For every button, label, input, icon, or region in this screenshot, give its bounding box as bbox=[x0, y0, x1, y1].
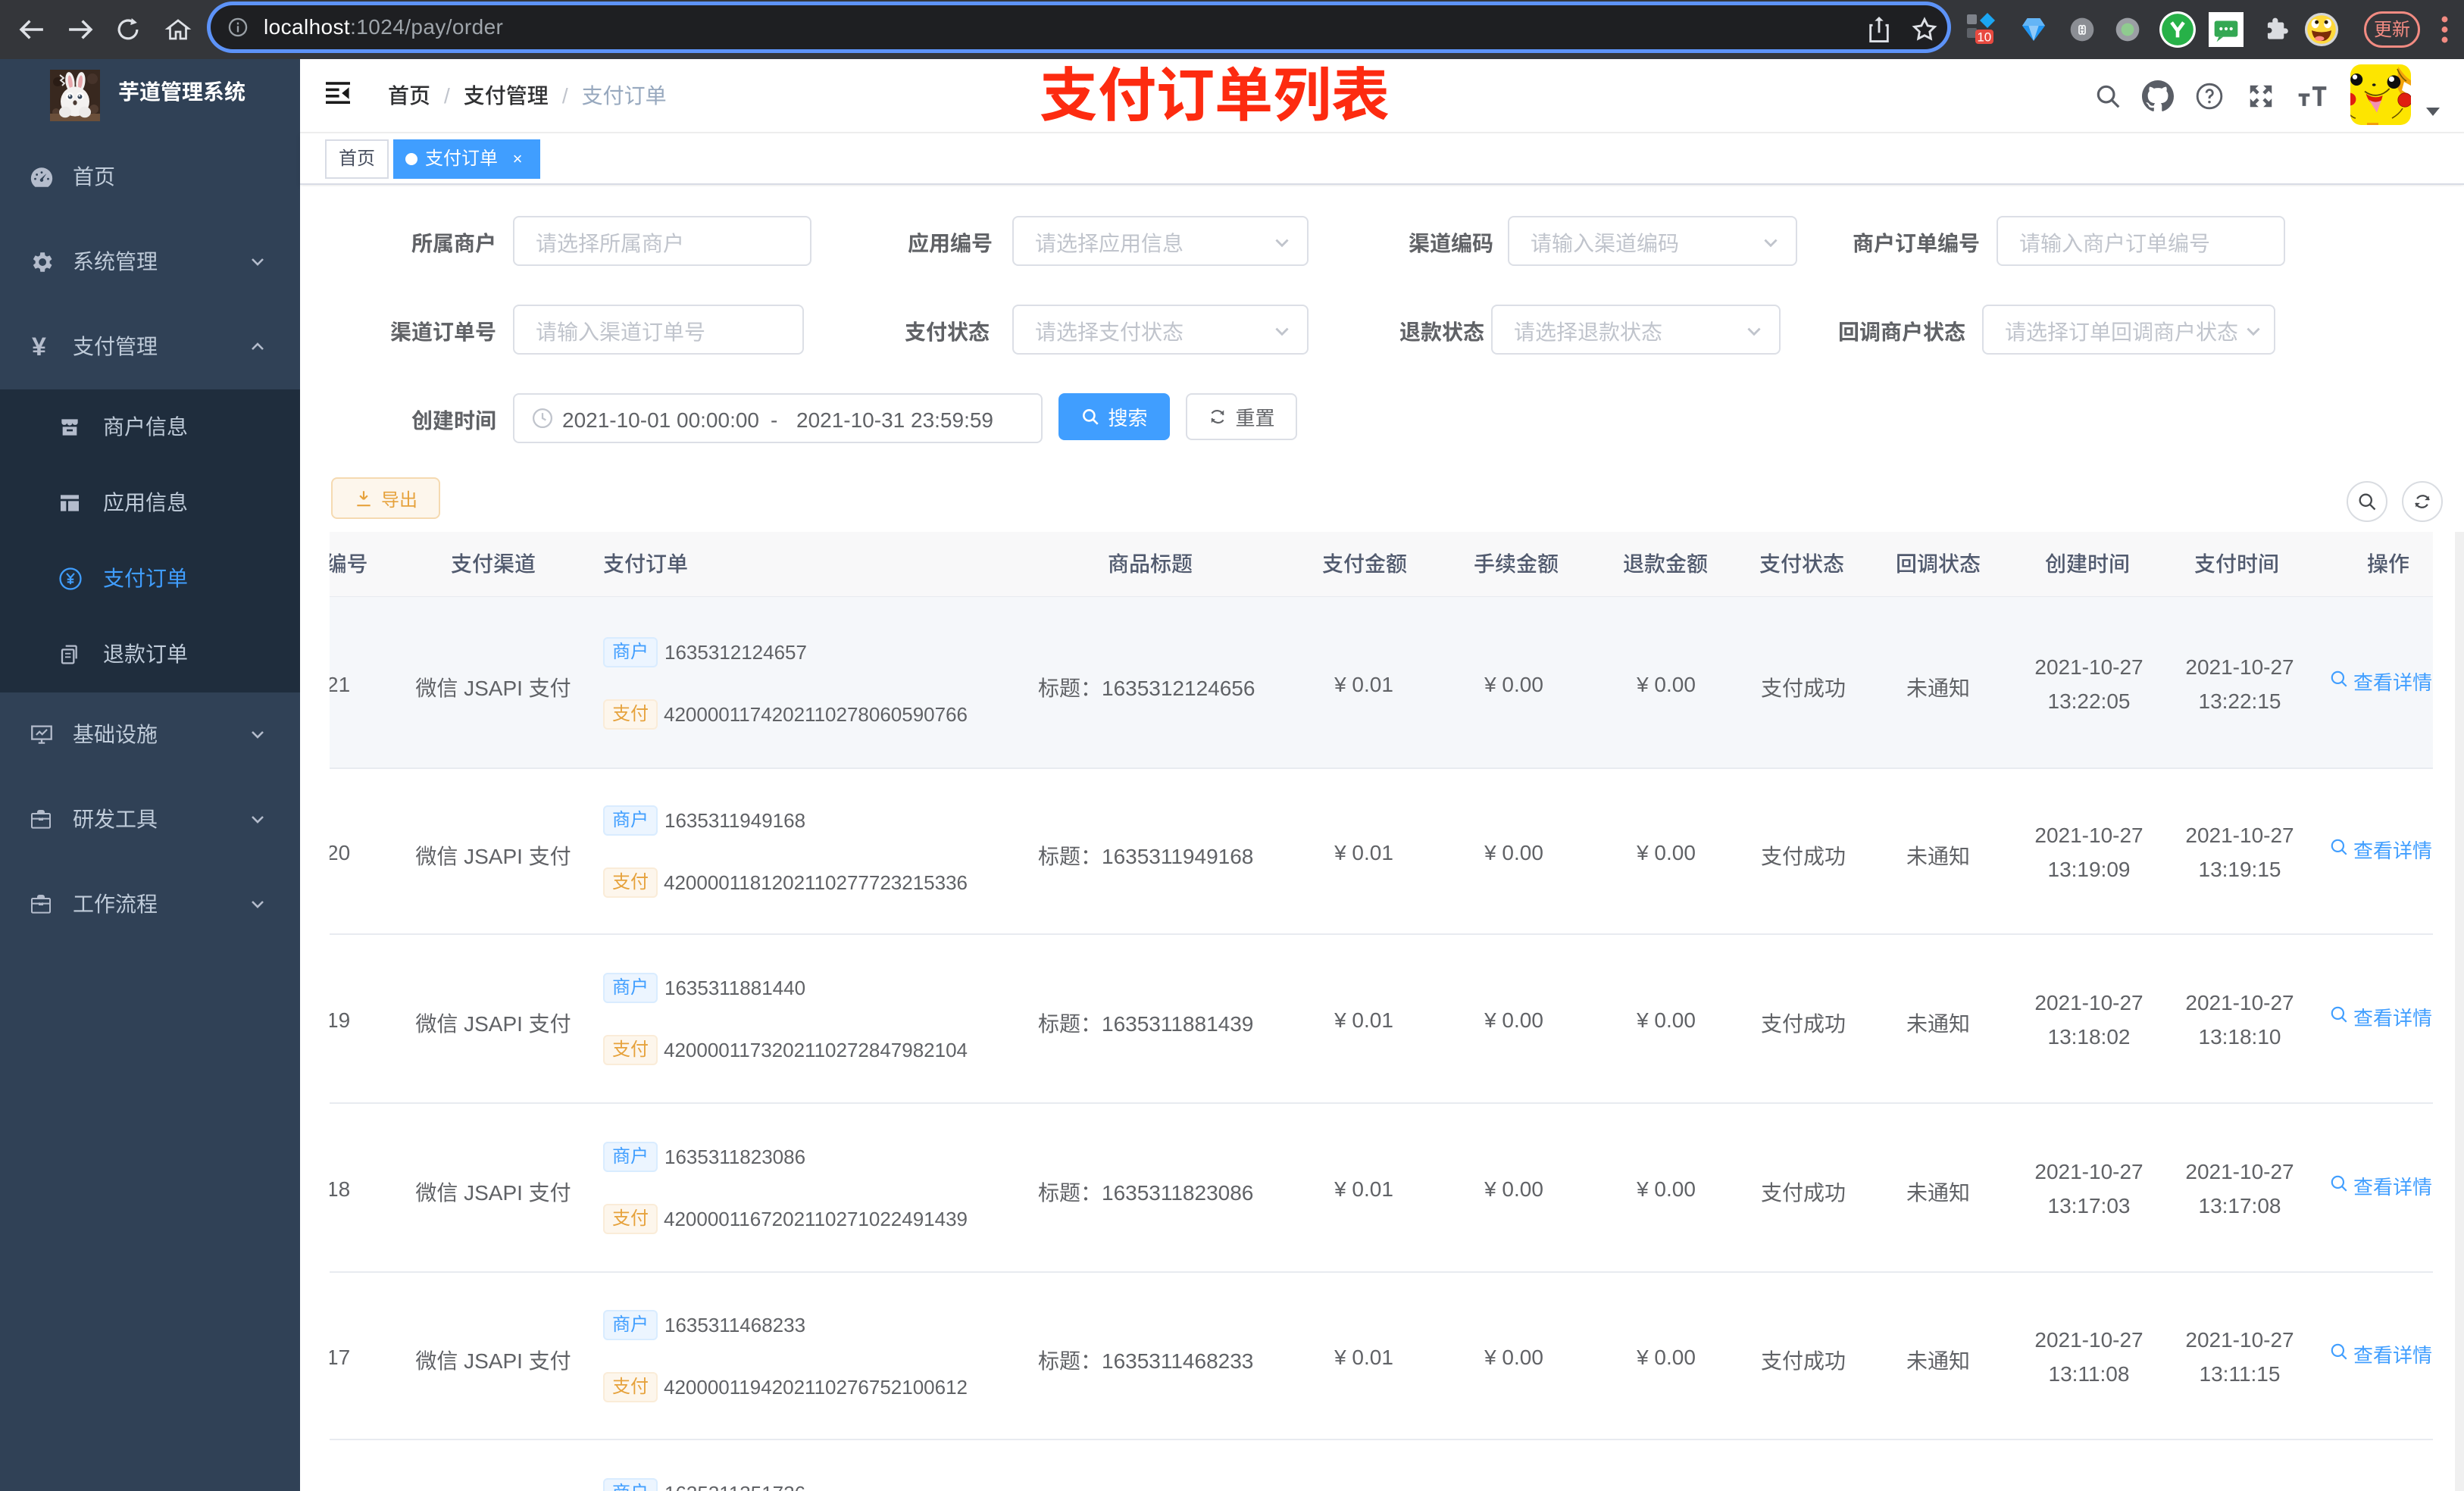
svg-text:10: 10 bbox=[1977, 30, 1991, 45]
